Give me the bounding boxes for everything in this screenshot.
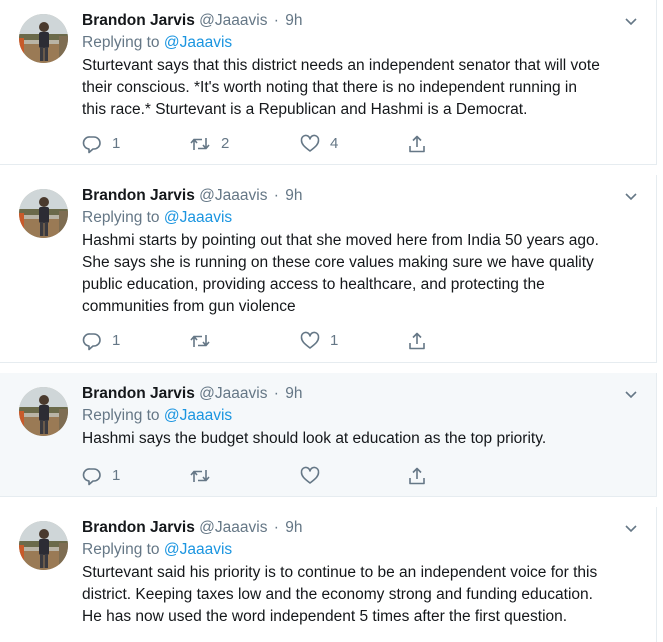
avatar[interactable] (19, 189, 68, 238)
tweet-text-line: communities from gun violence (82, 298, 296, 315)
reply-icon (82, 136, 101, 154)
replying-to-label: Replying to (82, 209, 160, 226)
tweet-text-line: district. Keeping taxes low and the econ… (82, 586, 593, 603)
reply-count: 1 (112, 135, 121, 152)
replying-to-link[interactable]: @Jaaavis (164, 407, 232, 424)
tweet[interactable]: Brandon Jarvis @Jaaavis · 9h Replying to… (0, 373, 657, 497)
timestamp[interactable]: 9h (285, 187, 302, 204)
tweet-text-line: public education, providing access to he… (82, 276, 545, 293)
avatar[interactable] (19, 521, 68, 570)
author-handle[interactable]: @Jaaavis (199, 12, 267, 29)
retweet-icon (190, 335, 210, 347)
reply-icon (82, 468, 101, 486)
tweet-text: Sturtevant says that this district needs… (82, 55, 636, 121)
avatar-photo (19, 521, 68, 570)
separator-dot: · (273, 385, 279, 402)
tweet-header: Brandon Jarvis @Jaaavis · 9h (82, 383, 636, 405)
avatar[interactable] (19, 14, 68, 63)
share-icon (409, 135, 425, 153)
replying-to-label: Replying to (82, 407, 160, 424)
tweet-text-line: this race.* Sturtevant is a Republican a… (82, 101, 528, 118)
tweet-text-line: She says she is running on these core va… (82, 254, 594, 271)
tweet-text: Sturtevant said his priority is to conti… (82, 562, 636, 628)
tweet[interactable]: Brandon Jarvis @Jaaavis · 9h Replying to… (0, 0, 657, 165)
reply-button[interactable]: 1 (82, 331, 120, 351)
reply-count: 1 (112, 467, 121, 484)
reply-count: 1 (112, 332, 121, 349)
tweet-text-line: He has now used the word independent 5 t… (82, 608, 568, 625)
avatar-photo (19, 387, 68, 436)
avatar-photo (19, 189, 68, 238)
tweet-thread: Brandon Jarvis @Jaaavis · 9h Replying to… (0, 0, 663, 642)
retweet-count: 2 (221, 135, 230, 152)
like-button[interactable]: 4 (300, 134, 338, 154)
heart-icon (300, 134, 320, 152)
tweet-content: Brandon Jarvis @Jaaavis · 9h Replying to… (82, 185, 638, 318)
separator-dot: · (273, 187, 279, 204)
tweet[interactable]: Brandon Jarvis @Jaaavis · 9h Replying to… (0, 507, 657, 642)
tweet-content: Brandon Jarvis @Jaaavis · 9h Replying to… (82, 10, 638, 121)
replying-to-label: Replying to (82, 34, 160, 51)
tweet-text-line: Hashmi starts by pointing out that she m… (82, 232, 599, 249)
author-handle[interactable]: @Jaaavis (199, 187, 267, 204)
reply-button[interactable]: 1 (82, 466, 120, 486)
separator-dot: · (273, 12, 279, 29)
retweet-icon (190, 470, 210, 482)
share-button[interactable] (407, 331, 427, 351)
retweet-icon (190, 138, 210, 150)
like-count: 4 (330, 135, 339, 152)
author-handle[interactable]: @Jaaavis (199, 385, 267, 402)
tweet-content: Brandon Jarvis @Jaaavis · 9h Replying to… (82, 383, 638, 450)
tweet-text: Hashmi starts by pointing out that she m… (82, 230, 636, 318)
retweet-button[interactable]: 2 (189, 134, 229, 154)
tweet-text-line: Sturtevant says that this district needs… (82, 57, 600, 74)
tweet-text-line: Hashmi says the budget should look at ed… (82, 430, 547, 447)
reply-icon (82, 333, 101, 351)
tweet-header: Brandon Jarvis @Jaaavis · 9h (82, 10, 636, 32)
replying-to: Replying to @Jaaavis (82, 405, 636, 427)
author-name[interactable]: Brandon Jarvis (82, 12, 195, 29)
timestamp[interactable]: 9h (285, 12, 302, 29)
reply-button[interactable]: 1 (82, 134, 120, 154)
replying-to-link[interactable]: @Jaaavis (164, 541, 232, 558)
replying-to-link[interactable]: @Jaaavis (164, 34, 232, 51)
like-button[interactable]: 1 (300, 331, 338, 351)
timestamp[interactable]: 9h (285, 519, 302, 536)
tweet-content: Brandon Jarvis @Jaaavis · 9h Replying to… (82, 517, 638, 628)
separator-dot: · (273, 519, 279, 536)
heart-icon (300, 466, 320, 484)
heart-icon (300, 331, 320, 349)
author-name[interactable]: Brandon Jarvis (82, 187, 195, 204)
author-handle[interactable]: @Jaaavis (199, 519, 267, 536)
chevron-down-icon[interactable] (624, 387, 638, 401)
replying-to: Replying to @Jaaavis (82, 539, 636, 561)
like-count: 1 (330, 332, 339, 349)
timestamp[interactable]: 9h (285, 385, 302, 402)
like-button[interactable] (300, 466, 330, 486)
share-icon (409, 332, 425, 350)
retweet-button[interactable] (189, 466, 221, 486)
share-button[interactable] (407, 134, 427, 154)
replying-to-label: Replying to (82, 541, 160, 558)
avatar[interactable] (19, 387, 68, 436)
replying-to: Replying to @Jaaavis (82, 207, 636, 229)
chevron-down-icon[interactable] (624, 14, 638, 28)
replying-to-link[interactable]: @Jaaavis (164, 209, 232, 226)
avatar-photo (19, 14, 68, 63)
tweet-header: Brandon Jarvis @Jaaavis · 9h (82, 517, 636, 539)
author-name[interactable]: Brandon Jarvis (82, 385, 195, 402)
tweet-text-line: their conscious. *It's worth noting that… (82, 79, 577, 96)
retweet-button[interactable] (189, 331, 221, 351)
author-name[interactable]: Brandon Jarvis (82, 519, 195, 536)
chevron-down-icon[interactable] (624, 189, 638, 203)
replying-to: Replying to @Jaaavis (82, 32, 636, 54)
share-icon (409, 467, 425, 485)
share-button[interactable] (407, 466, 427, 486)
tweet-header: Brandon Jarvis @Jaaavis · 9h (82, 185, 636, 207)
tweet[interactable]: Brandon Jarvis @Jaaavis · 9h Replying to… (0, 175, 657, 363)
tweet-text: Hashmi says the budget should look at ed… (82, 428, 636, 450)
chevron-down-icon[interactable] (624, 521, 638, 535)
tweet-text-line: Sturtevant said his priority is to conti… (82, 564, 598, 581)
